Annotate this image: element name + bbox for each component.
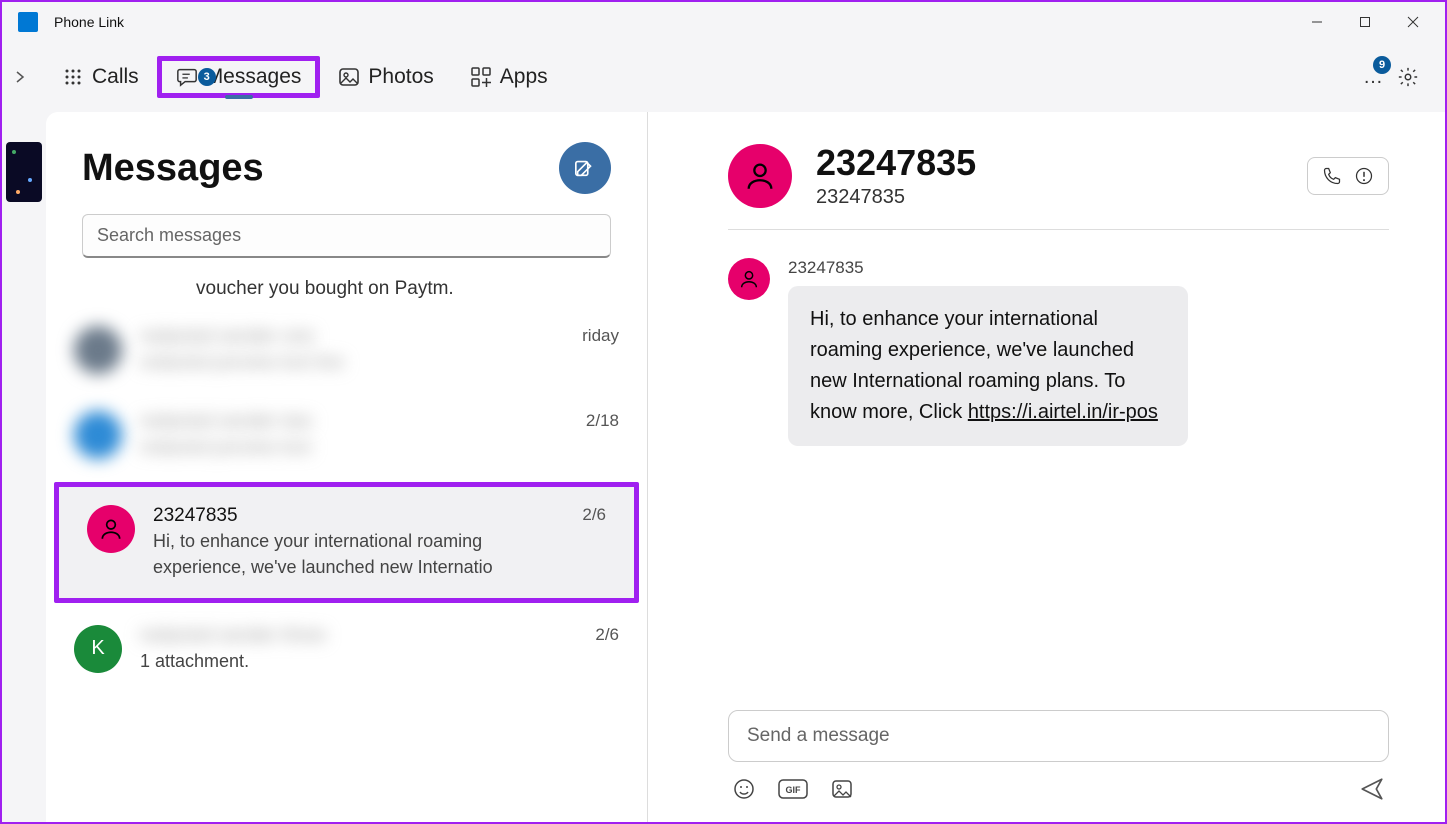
apps-icon	[470, 66, 492, 88]
more-button[interactable]: … 9	[1363, 66, 1383, 89]
tab-apps-label: Apps	[500, 65, 548, 89]
tab-apps[interactable]: Apps	[452, 57, 566, 97]
conversation-date: 2/18	[586, 411, 619, 460]
notification-badge: 9	[1373, 56, 1391, 74]
avatar: K	[74, 625, 122, 673]
contact-actions	[1307, 157, 1389, 195]
compose-button[interactable]	[559, 142, 611, 194]
message-area: 23247835 Hi, to enhance your internation…	[728, 230, 1389, 710]
composer-area: GIF	[728, 710, 1389, 822]
photo-icon	[338, 66, 360, 88]
message-sender: 23247835	[788, 258, 1389, 278]
conversation-date: 2/6	[595, 625, 619, 674]
partial-preview-line: voucher you bought on Paytm.	[46, 270, 647, 308]
emoji-icon	[732, 777, 756, 801]
top-nav: Calls 3 Messages Photos Apps … 9	[2, 42, 1445, 112]
person-icon	[98, 516, 124, 542]
tab-messages[interactable]: 3 Messages	[157, 56, 321, 98]
contact-subtitle: 23247835	[816, 186, 976, 209]
back-chevron-icon[interactable]	[14, 68, 44, 86]
tab-calls-label: Calls	[92, 65, 139, 89]
tab-messages-label: Messages	[206, 65, 302, 89]
messages-badge: 3	[198, 68, 216, 86]
conversation-list: voucher you bought on Paytm. redacted se…	[46, 270, 647, 692]
message-composer[interactable]	[728, 710, 1389, 762]
chat-icon: 3	[176, 66, 198, 88]
conversation-name: redacted sender one	[140, 326, 564, 348]
app-title: Phone Link	[54, 14, 124, 30]
close-button[interactable]	[1401, 10, 1425, 34]
app-icon	[18, 12, 38, 32]
compose-icon	[574, 157, 596, 179]
tab-calls[interactable]: Calls	[44, 57, 157, 97]
titlebar: Phone Link	[2, 2, 1445, 42]
window-controls	[1305, 10, 1437, 34]
phone-icon	[1322, 166, 1342, 186]
messages-heading: Messages	[82, 147, 264, 190]
avatar	[87, 505, 135, 553]
minimize-button[interactable]	[1305, 10, 1329, 34]
phone-strip	[2, 112, 46, 822]
tab-photos[interactable]: Photos	[320, 57, 451, 97]
conversation-item-selected[interactable]: 23247835 Hi, to enhance your internation…	[54, 482, 639, 602]
message-input[interactable]	[747, 725, 1370, 747]
tab-photos-label: Photos	[368, 65, 433, 89]
contact-avatar	[728, 144, 792, 208]
conversation-preview: 1 attachment.	[140, 649, 577, 674]
message-avatar	[728, 258, 770, 300]
gif-button[interactable]: GIF	[778, 777, 808, 801]
conversation-date: riday	[582, 326, 619, 375]
gear-icon	[1397, 66, 1419, 88]
message-link[interactable]: https://i.airtel.in/ir-pos	[968, 401, 1158, 423]
search-input[interactable]	[82, 214, 611, 258]
avatar	[74, 411, 122, 459]
person-icon	[738, 268, 760, 290]
conversation-list-panel: Messages voucher you bought on Paytm. re…	[46, 112, 648, 822]
image-icon	[830, 777, 854, 801]
gif-icon: GIF	[778, 777, 808, 801]
conversation-preview: redacted preview text line	[140, 350, 564, 375]
contact-header: 23247835 23247835	[728, 142, 1389, 230]
conversation-name: redacted sender three	[140, 625, 577, 647]
active-tab-indicator	[225, 95, 253, 99]
conversation-preview: Hi, to enhance your international roamin…	[153, 529, 564, 579]
conversation-item[interactable]: redacted sender two redacted preview tex…	[46, 393, 647, 478]
conversation-name: 23247835	[153, 505, 564, 527]
settings-button[interactable]	[1397, 66, 1419, 88]
conversation-detail-panel: 23247835 23247835 23247835	[648, 112, 1445, 822]
conversation-item[interactable]: redacted sender one redacted preview tex…	[46, 308, 647, 393]
info-icon	[1354, 166, 1374, 186]
message-row: 23247835 Hi, to enhance your internation…	[728, 258, 1389, 446]
main-content: Messages voucher you bought on Paytm. re…	[2, 112, 1445, 822]
conversation-name: redacted sender two	[140, 411, 568, 433]
send-button[interactable]	[1359, 776, 1385, 802]
conversation-preview: redacted preview text	[140, 435, 568, 460]
svg-text:GIF: GIF	[786, 785, 802, 795]
person-icon	[743, 159, 777, 193]
conversation-date: 2/6	[582, 505, 606, 579]
message-bubble: Hi, to enhance your international roamin…	[788, 286, 1188, 446]
send-icon	[1359, 776, 1385, 802]
maximize-button[interactable]	[1353, 10, 1377, 34]
call-button[interactable]	[1322, 166, 1342, 186]
phone-thumbnail[interactable]	[6, 142, 42, 202]
contact-name: 23247835	[816, 142, 976, 184]
dialpad-icon	[62, 66, 84, 88]
image-button[interactable]	[830, 777, 854, 801]
info-button[interactable]	[1354, 166, 1374, 186]
emoji-button[interactable]	[732, 777, 756, 801]
conversation-item[interactable]: K redacted sender three 1 attachment. 2/…	[46, 607, 647, 692]
avatar	[74, 326, 122, 374]
